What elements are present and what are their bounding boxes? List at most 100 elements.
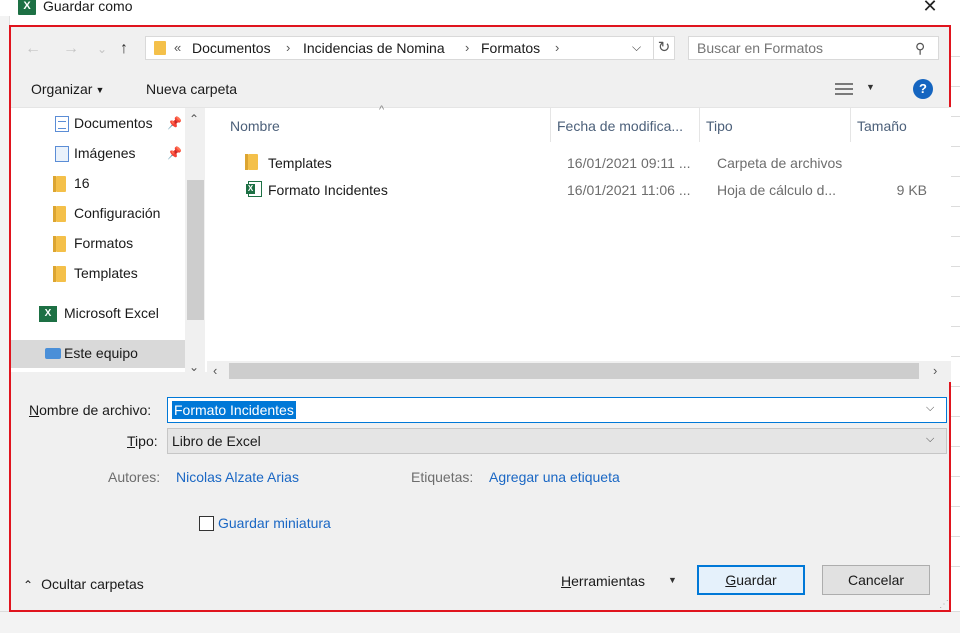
nav-item-formatos[interactable]: Formatos — [11, 230, 185, 258]
nav-scrollbar-thumb[interactable] — [187, 180, 204, 320]
column-header-label: Nombre — [230, 118, 280, 134]
file-row[interactable]: Templates 16/01/2021 09:11 ... Carpeta d… — [227, 150, 947, 176]
nav-item-label: Este equipo — [64, 345, 138, 361]
breadcrumb-documentos[interactable]: Documentos — [192, 40, 271, 56]
nav-item-documentos[interactable]: Documentos 📌 — [11, 110, 185, 138]
file-type-select[interactable]: Libro de Excel ⌵ — [167, 428, 947, 454]
sort-ascending-icon: ^ — [379, 104, 385, 116]
filename-value[interactable]: Formato Incidentes — [172, 401, 296, 419]
nav-item-label: 16 — [74, 175, 90, 191]
resize-grip-icon[interactable]: ⋰ — [939, 599, 949, 610]
file-list: ^ Nombre Fecha de modifica... Tipo Tamañ… — [207, 104, 951, 382]
documents-icon — [55, 116, 69, 132]
background-spreadsheet-bottom — [0, 611, 960, 633]
folder-icon — [245, 154, 258, 170]
authors-label: Autores: — [108, 469, 161, 485]
nav-item-imagenes[interactable]: Imágenes 📌 — [11, 140, 185, 168]
view-options-caret-icon[interactable]: ▼ — [866, 82, 875, 92]
save-label-accesskey: G — [725, 572, 737, 588]
up-arrow-icon[interactable]: ↑ — [120, 39, 128, 59]
background-spreadsheet-right — [950, 16, 960, 633]
organize-button[interactable]: Organizar ▼ — [31, 81, 104, 97]
column-header-name[interactable]: ^ Nombre — [207, 104, 550, 142]
nav-item-templates[interactable]: Templates — [11, 260, 185, 288]
window-title: Guardar como — [43, 0, 133, 14]
save-thumbnail-label[interactable]: Guardar miniatura — [218, 515, 331, 531]
pin-icon[interactable]: 📌 — [167, 146, 182, 160]
nav-item-microsoft-excel[interactable]: X Microsoft Excel — [11, 300, 185, 328]
tools-button[interactable]: Herramientas — [561, 573, 645, 589]
breadcrumb-separator-icon[interactable]: › — [286, 40, 290, 55]
save-button[interactable]: Guardar — [697, 565, 805, 595]
nav-item-label: Microsoft Excel — [64, 305, 159, 321]
nav-scrollbar[interactable]: ⌃ ⌄ — [185, 108, 205, 372]
nav-item-label: Imágenes — [74, 145, 136, 161]
refresh-icon[interactable]: ↻ — [654, 36, 675, 60]
folder-icon — [53, 206, 66, 222]
column-header-type[interactable]: Tipo — [700, 108, 850, 142]
filename-input[interactable]: Formato Incidentes ⌵ — [167, 397, 947, 423]
search-icon[interactable]: ⚲ — [915, 40, 925, 57]
file-name: Formato Incidentes — [268, 182, 388, 198]
filename-label-text: ombre de archivo: — [39, 402, 152, 418]
scroll-left-icon[interactable]: ‹ — [213, 363, 217, 378]
excel-icon: X — [39, 306, 57, 322]
file-name: Templates — [268, 155, 332, 171]
type-label-text: ipo: — [135, 433, 158, 449]
filename-dropdown-icon[interactable]: ⌵ — [926, 402, 934, 415]
forward-arrow-icon[interactable]: → — [63, 39, 79, 59]
scroll-up-icon[interactable]: ⌃ — [189, 112, 199, 126]
scroll-down-icon[interactable]: ⌄ — [189, 360, 199, 372]
hide-folders-button[interactable]: ⌃ Ocultar carpetas — [23, 576, 144, 592]
file-type-dropdown-icon[interactable]: ⌵ — [926, 433, 934, 446]
search-input[interactable] — [697, 40, 907, 56]
folder-icon — [154, 41, 166, 55]
breadcrumb-separator-icon[interactable]: › — [555, 40, 559, 55]
column-header-date[interactable]: Fecha de modifica... — [551, 108, 701, 142]
breadcrumb-formatos[interactable]: Formatos — [481, 40, 540, 56]
recent-locations-chevron-icon[interactable]: ⌄ — [97, 39, 107, 59]
organize-label: Organizar — [31, 81, 93, 97]
nav-item-label: Formatos — [74, 235, 134, 251]
horizontal-scrollbar-thumb[interactable] — [229, 363, 919, 379]
organize-caret-icon: ▼ — [95, 85, 105, 95]
file-row[interactable]: Formato Incidentes 16/01/2021 11:06 ... … — [227, 177, 947, 203]
breadcrumb-separator-icon[interactable]: › — [465, 40, 469, 55]
overflow-chevron-icon[interactable]: « — [174, 40, 181, 55]
file-type: Carpeta de archivos — [717, 155, 843, 171]
nav-item-16[interactable]: 16 — [11, 170, 185, 198]
column-header-label: Tipo — [706, 118, 733, 134]
view-options-icon[interactable] — [835, 82, 855, 96]
type-label-accesskey: T — [127, 433, 136, 449]
chevron-up-icon: ⌃ — [23, 578, 34, 592]
excel-file-icon — [246, 181, 262, 197]
tools-caret-icon[interactable]: ▼ — [668, 575, 677, 585]
column-header-size[interactable]: Tamaño — [851, 108, 947, 142]
tags-field[interactable]: Agregar una etiqueta — [489, 469, 620, 485]
authors-field[interactable]: Nicolas Alzate Arias — [176, 469, 299, 485]
back-arrow-icon[interactable]: ← — [25, 39, 41, 59]
tools-label-accesskey: H — [561, 573, 572, 589]
pin-icon[interactable]: 📌 — [167, 116, 182, 130]
new-folder-button[interactable]: Nueva carpeta — [146, 81, 237, 97]
help-icon[interactable]: ? — [913, 79, 933, 99]
breadcrumb-incidencias[interactable]: Incidencias de Nomina — [303, 40, 445, 56]
nav-item-este-equipo[interactable]: Este equipo — [11, 340, 185, 368]
file-list-horizontal-scrollbar[interactable]: ‹ › — [207, 361, 951, 382]
cancel-button[interactable]: Cancelar — [822, 565, 930, 595]
nav-item-label: Configuración — [74, 205, 161, 221]
tags-label: Etiquetas: — [411, 469, 474, 485]
save-thumbnail-checkbox[interactable] — [199, 516, 214, 531]
file-date: 16/01/2021 11:06 ... — [567, 182, 691, 198]
close-icon[interactable]: ✕ — [920, 0, 940, 16]
file-size: 9 KB — [896, 182, 927, 198]
address-bar[interactable]: « Documentos › Incidencias de Nomina › F… — [145, 36, 654, 60]
navigation-pane: Documentos 📌 Imágenes 📌 16 Configuración… — [11, 107, 207, 372]
folder-icon — [53, 236, 66, 252]
save-as-dialog: ← → ⌄ ↑ « Documentos › Incidencias de No… — [9, 25, 951, 612]
address-dropdown-icon[interactable]: ⌵ — [632, 40, 641, 55]
file-type-value: Libro de Excel — [172, 433, 261, 449]
scroll-right-icon[interactable]: › — [933, 363, 937, 378]
nav-item-configuracion[interactable]: Configuración — [11, 200, 185, 228]
search-box[interactable]: ⚲ — [688, 36, 939, 60]
